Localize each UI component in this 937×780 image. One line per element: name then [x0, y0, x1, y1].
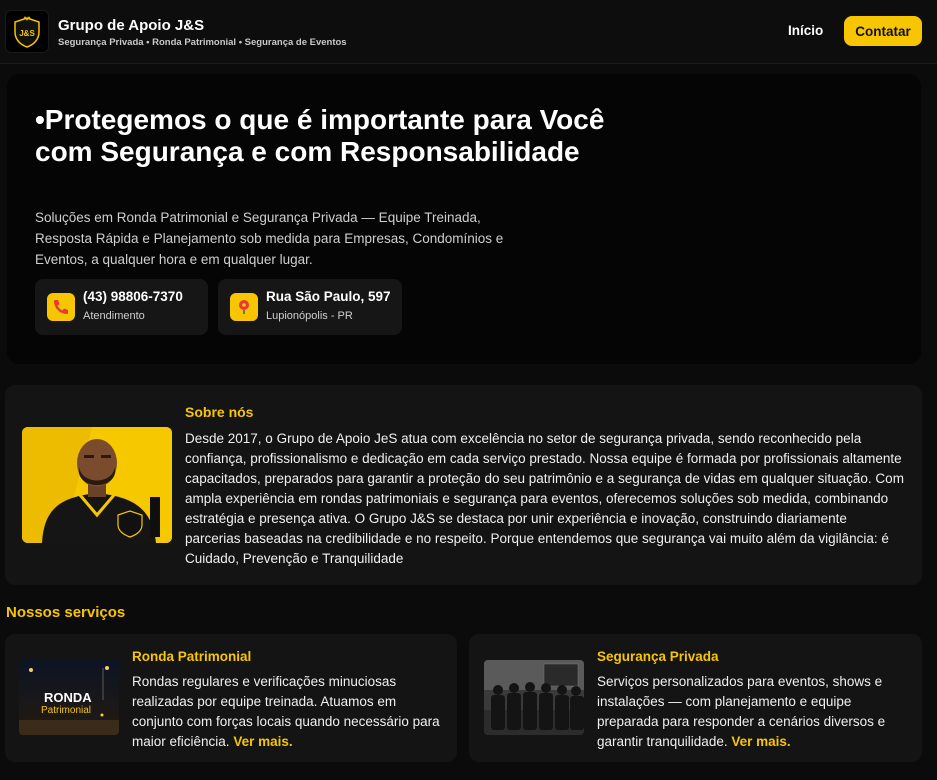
phone-icon — [47, 293, 75, 321]
address-card[interactable]: Rua São Paulo, 597 Lupionópolis - PR — [218, 279, 402, 335]
ronda-patrimonial-image: RONDA Patrimonial — [19, 660, 119, 735]
phone-card[interactable]: (43) 98806-7370 Atendimento — [35, 279, 208, 335]
address-city: Lupionópolis - PR — [266, 310, 353, 322]
services-title: Nossos serviços — [6, 604, 126, 621]
map-pin-icon — [230, 293, 258, 321]
hero-description: Soluções em Ronda Patrimonial e Seguranç… — [35, 210, 504, 267]
svg-text:RONDA: RONDA — [44, 690, 92, 705]
address-street: Rua São Paulo, 597 — [266, 289, 391, 304]
hero-title: •Protegemos o que é importante para Você… — [35, 104, 605, 167]
nav-inicio-link[interactable]: Início — [788, 23, 823, 38]
brand-title: Grupo de Apoio J&S — [58, 17, 205, 34]
seguranca-privada-image — [484, 660, 584, 735]
contact-button[interactable]: Contatar — [844, 16, 922, 46]
about-title: Sobre nós — [185, 404, 254, 420]
shield-logo-icon: J&S — [14, 15, 40, 48]
ver-mais-ronda-link[interactable]: Ver mais. — [233, 734, 292, 749]
svg-text:J&S: J&S — [19, 29, 35, 38]
service-title-seguranca: Segurança Privada — [597, 649, 719, 664]
service-title-ronda: Ronda Patrimonial — [132, 649, 252, 664]
svg-text:Patrimonial: Patrimonial — [41, 705, 91, 716]
service-text-seguranca: Serviços personalizados para eventos, sh… — [597, 674, 886, 749]
brand-subtitle: Segurança Privada • Ronda Patrimonial • … — [58, 37, 347, 48]
phone-label: Atendimento — [83, 310, 145, 322]
phone-number: (43) 98806-7370 — [83, 289, 183, 304]
ver-mais-seguranca-link[interactable]: Ver mais. — [731, 734, 790, 749]
brand-logo[interactable]: J&S — [5, 10, 49, 53]
about-text: Desde 2017, o Grupo de Apoio JeS atua co… — [185, 431, 904, 566]
service-text-ronda: Rondas regulares e verificações minucios… — [132, 674, 440, 749]
site-header: J&S Grupo de Apoio J&S Segurança Privada… — [0, 0, 937, 64]
about-guard-image — [22, 427, 172, 543]
